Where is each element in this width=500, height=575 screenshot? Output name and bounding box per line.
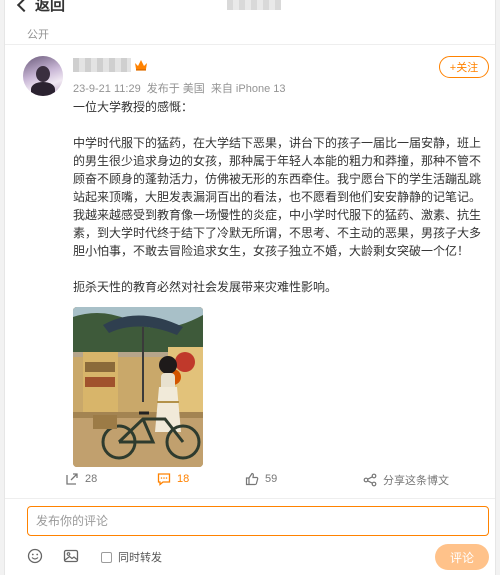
post-meta: 23-9-21 11:29 发布于 美国 来自 iPhone 13 — [73, 80, 288, 96]
post-paragraph: 一位大学教授的感慨： — [73, 100, 194, 114]
comment-icon — [157, 473, 171, 486]
post-image[interactable] — [73, 307, 203, 467]
repost-checkbox[interactable] — [101, 551, 112, 563]
like-action[interactable]: 59 — [245, 472, 277, 486]
image-icon[interactable] — [63, 548, 79, 564]
top-bar: 返回 — [5, 0, 495, 14]
repost-icon — [66, 473, 78, 485]
chevron-left-icon — [16, 0, 32, 12]
post-location: 发布于 美国 — [146, 83, 205, 95]
post-body: 一位大学教授的感慨： 中学时代服下的猛药，在大学结下恶果，讲台下的孩子一届比一届… — [73, 98, 489, 296]
avatar[interactable] — [23, 56, 63, 96]
comment-input[interactable] — [27, 506, 489, 536]
post-paragraph: 扼杀天性的教育必然对社会发展带来灾难性影响。 — [73, 280, 338, 294]
follow-button[interactable]: +关注 — [439, 56, 489, 78]
post-detail-card: 返回 公开 23-9-21 11:29 发布于 美国 来自 iPhone 13 … — [4, 0, 496, 575]
post-paragraph: 中学时代服下的猛药，在大学结下恶果，讲台下的孩子一届比一届安静，班上的男生很少追… — [73, 136, 482, 258]
like-count: 59 — [265, 473, 278, 485]
repost-toggle-label: 同时转发 — [118, 552, 162, 564]
username-blurred[interactable] — [73, 58, 131, 72]
share-action[interactable]: 分享这条博文 — [363, 472, 449, 488]
visibility-label: 公开 — [27, 29, 49, 41]
composer-toolbar: 同时转发 评论 — [5, 544, 495, 572]
page: 返回 公开 23-9-21 11:29 发布于 美国 来自 iPhone 13 … — [0, 0, 500, 575]
thumbs-up-icon — [245, 472, 259, 486]
post-timestamp: 23-9-21 11:29 — [73, 83, 141, 95]
repost-toggle[interactable]: 同时转发 — [101, 549, 162, 565]
repost-action[interactable]: 28 — [65, 472, 97, 486]
comment-action[interactable]: 18 — [157, 472, 189, 486]
share-label: 分享这条博文 — [383, 475, 449, 487]
emoji-icon[interactable] — [27, 548, 43, 564]
comment-count: 18 — [177, 473, 190, 485]
share-icon — [363, 473, 377, 487]
back-label: 返回 — [35, 0, 66, 14]
divider — [5, 44, 495, 45]
submit-comment-button[interactable]: 评论 — [435, 544, 489, 570]
back-button[interactable]: 返回 — [16, 0, 66, 15]
crown-icon — [135, 60, 147, 71]
post-image-illustration — [73, 307, 203, 467]
divider — [5, 498, 495, 499]
blurred-title — [227, 0, 281, 10]
post-device: 来自 iPhone 13 — [210, 83, 286, 95]
repost-count: 28 — [85, 473, 98, 485]
post-actions: 28 18 59 分享这条博文 — [5, 472, 495, 496]
